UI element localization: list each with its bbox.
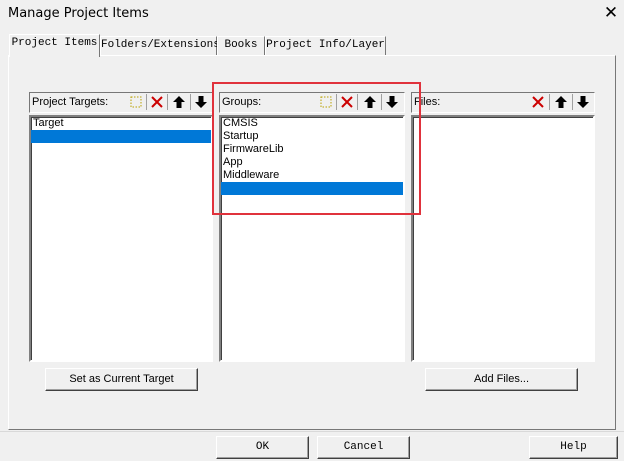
targets-list[interactable]: Target <box>29 115 213 362</box>
delete-icon <box>532 96 544 108</box>
move-down-icon <box>577 96 589 108</box>
move-down-group-button[interactable] <box>383 93 401 111</box>
move-up-target-button[interactable] <box>170 93 188 111</box>
new-icon <box>130 96 142 108</box>
move-down-icon <box>195 96 207 108</box>
delete-target-button[interactable] <box>148 93 166 111</box>
list-item[interactable]: FirmwareLib <box>221 143 403 156</box>
set-current-target-button[interactable]: Set as Current Target <box>45 368 198 391</box>
targets-header-bar: Project Targets: <box>30 93 212 113</box>
window-title: Manage Project Items <box>8 6 149 21</box>
move-up-group-button[interactable] <box>361 93 379 111</box>
files-label: Files: <box>414 96 441 108</box>
files-list[interactable] <box>411 115 595 362</box>
new-group-button[interactable] <box>317 93 335 111</box>
delete-group-button[interactable] <box>338 93 356 111</box>
files-header-bar: Files: <box>412 93 594 113</box>
move-down-icon <box>386 96 398 108</box>
delete-icon <box>341 96 353 108</box>
move-up-icon <box>555 96 567 108</box>
groups-header-bar: Groups: <box>220 93 404 113</box>
move-down-target-button[interactable] <box>192 93 210 111</box>
cancel-button[interactable]: Cancel <box>317 436 410 459</box>
list-item[interactable]: CMSIS <box>221 117 403 130</box>
move-up-file-button[interactable] <box>552 93 570 111</box>
new-icon <box>320 96 332 108</box>
delete-file-button[interactable] <box>529 93 547 111</box>
move-up-icon <box>173 96 185 108</box>
list-item-selected[interactable] <box>31 130 211 143</box>
new-target-button[interactable] <box>127 93 145 111</box>
list-item-selected[interactable] <box>221 182 403 195</box>
list-item[interactable]: Target <box>31 117 211 130</box>
tab-project-info-layer[interactable]: Project Info/Layer <box>265 36 386 56</box>
help-button[interactable]: Help <box>529 436 618 459</box>
close-icon[interactable]: ✕ <box>600 3 622 25</box>
delete-icon <box>151 96 163 108</box>
move-up-icon <box>364 96 376 108</box>
footer-divider <box>0 431 624 432</box>
groups-list[interactable]: CMSIS Startup FirmwareLib App Middleware <box>219 115 405 362</box>
list-item[interactable]: App <box>221 156 403 169</box>
list-item[interactable]: Middleware <box>221 169 403 182</box>
tab-project-items[interactable]: Project Items <box>9 34 100 57</box>
title-bar: Manage Project Items ✕ <box>0 0 624 28</box>
add-files-button[interactable]: Add Files... <box>425 368 578 391</box>
tab-folders-extensions[interactable]: Folders/Extensions <box>100 36 220 56</box>
tab-books[interactable]: Books <box>217 36 265 56</box>
move-down-file-button[interactable] <box>574 93 592 111</box>
ok-button[interactable]: OK <box>216 436 309 459</box>
targets-label: Project Targets: <box>32 96 109 108</box>
list-item[interactable]: Startup <box>221 130 403 143</box>
groups-label: Groups: <box>222 96 262 108</box>
